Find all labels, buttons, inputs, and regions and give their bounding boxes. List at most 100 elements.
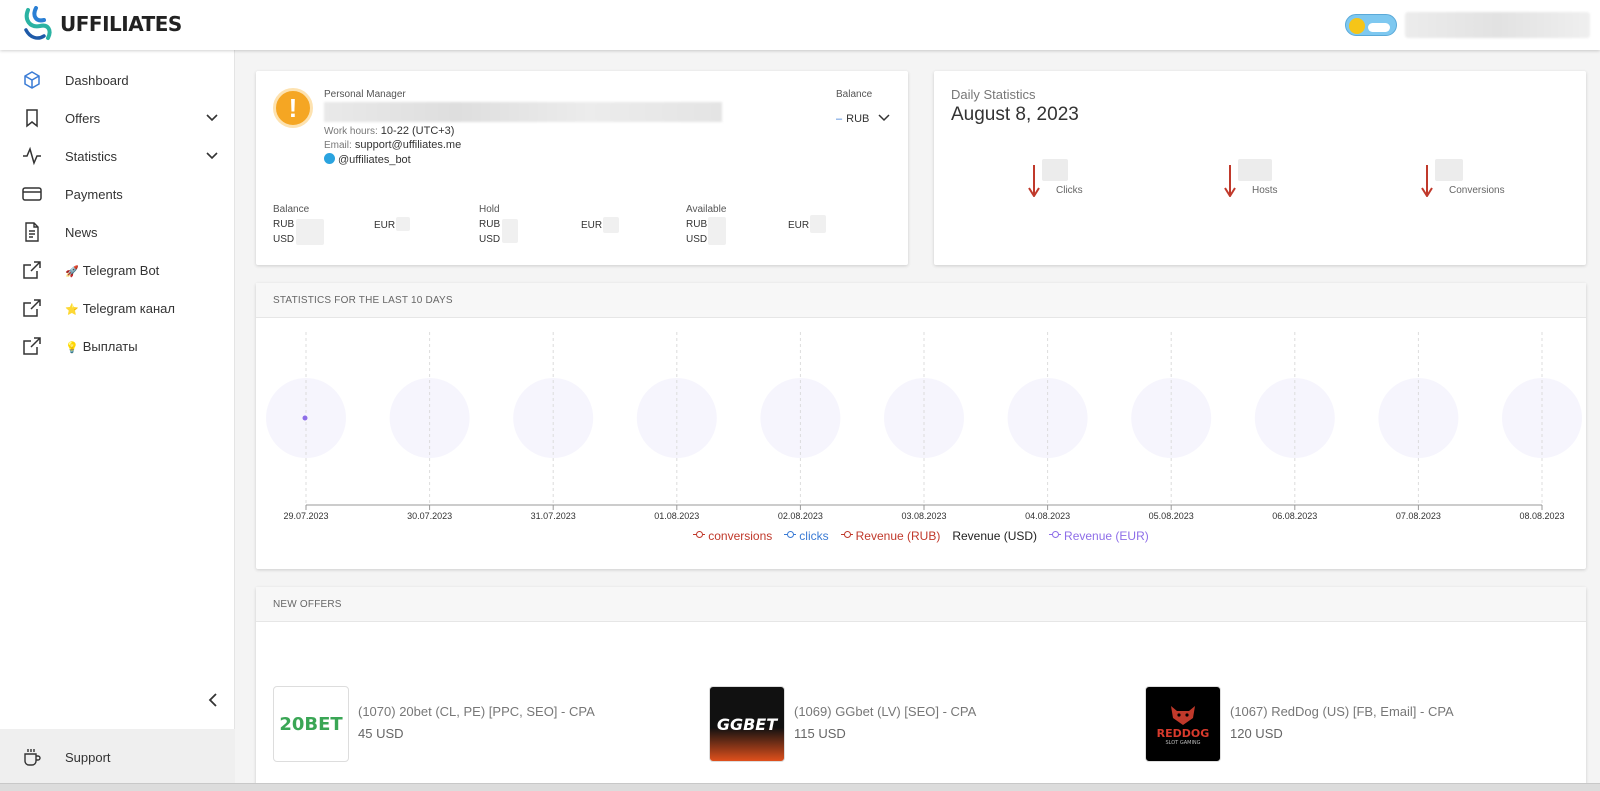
new-offers-title: NEW OFFERS bbox=[273, 599, 342, 610]
metric-label: Conversions bbox=[1449, 185, 1505, 196]
x-tick-label: 03.08.2023 bbox=[901, 511, 946, 521]
bookmark-icon bbox=[26, 109, 38, 128]
legend-item[interactable]: Revenue (EUR) bbox=[1049, 529, 1149, 543]
theme-toggle[interactable] bbox=[1345, 14, 1397, 36]
metric-hosts: Hosts bbox=[1224, 159, 1324, 199]
lightbulb-icon: 💡 bbox=[65, 341, 79, 354]
sidebar-item-dashboard[interactable]: Dashboard bbox=[0, 61, 235, 99]
x-tick-label: 04.08.2023 bbox=[1025, 511, 1070, 521]
sidebar-item-payments[interactable]: Payments bbox=[0, 175, 235, 213]
sidebar-item-news[interactable]: News bbox=[0, 213, 235, 251]
statistics-chart-card: STATISTICS FOR THE LAST 10 DAYS 29.07.20… bbox=[256, 283, 1586, 569]
section-header: STATISTICS FOR THE LAST 10 DAYS bbox=[256, 283, 1586, 318]
uffiliates-logo-icon bbox=[24, 6, 52, 40]
legend-label: Revenue (USD) bbox=[952, 529, 1038, 543]
email-link[interactable]: support@uffiliates.me bbox=[355, 139, 461, 151]
daily-statistics-title: Daily Statistics bbox=[951, 87, 1036, 102]
sidebar-item-label: 💡 Выплаты bbox=[65, 338, 138, 354]
sidebar-item-label: Statistics bbox=[65, 148, 118, 164]
sidebar-item-telegram-channel[interactable]: ⭐ Telegram канал bbox=[0, 289, 235, 327]
chevron-down-icon bbox=[206, 114, 218, 122]
offer-item-ggbet[interactable]: GGBET (1069) GGbet (LV) [SEO] - CPA 115 … bbox=[709, 686, 1129, 762]
os-taskbar bbox=[0, 783, 1600, 791]
external-link-icon bbox=[23, 299, 41, 317]
sidebar-item-label: 🚀 Telegram Bot bbox=[65, 262, 160, 278]
legend-marker-icon bbox=[1049, 531, 1062, 539]
x-tick-label: 01.08.2023 bbox=[654, 511, 699, 521]
available-value-redacted bbox=[708, 217, 726, 245]
document-icon bbox=[25, 222, 39, 242]
legend-label: conversions bbox=[708, 529, 773, 543]
available-eur-redacted bbox=[810, 215, 826, 233]
sidebar-item-telegram-bot[interactable]: 🚀 Telegram Bot bbox=[0, 251, 235, 289]
x-tick-label: 31.07.2023 bbox=[531, 511, 576, 521]
sidebar-item-offers[interactable]: Offers bbox=[0, 99, 235, 137]
offer-item-20bet[interactable]: 20BET (1070) 20bet (CL, PE) [PPC, SEO] -… bbox=[273, 686, 693, 762]
credit-card-icon bbox=[22, 187, 42, 201]
daily-statistics-card: Daily Statistics August 8, 2023 Clicks H… bbox=[934, 71, 1586, 265]
arrow-down-icon bbox=[1028, 165, 1040, 197]
hold-value-redacted bbox=[502, 219, 518, 243]
legend-item[interactable]: Revenue (RUB) bbox=[840, 529, 940, 543]
new-offers-card: NEW OFFERS 20BET (1070) 20bet (CL, PE) [… bbox=[256, 587, 1586, 791]
legend-item[interactable]: Revenue (USD) bbox=[952, 529, 1037, 543]
x-tick-label: 06.08.2023 bbox=[1272, 511, 1317, 521]
personal-manager-card: ! Personal Manager Work hours: 10-22 (UT… bbox=[256, 71, 908, 265]
support-button[interactable]: Support bbox=[0, 729, 235, 785]
user-menu[interactable] bbox=[1405, 12, 1590, 38]
available-eur: EUR bbox=[788, 220, 810, 231]
balance-group-hold: Hold RUB USD bbox=[479, 204, 501, 245]
legend-marker-icon bbox=[784, 531, 797, 539]
sidebar-item-label: Dashboard bbox=[65, 72, 129, 88]
balance-eur: EUR bbox=[374, 220, 396, 231]
x-tick-label: 08.08.2023 bbox=[1519, 511, 1564, 521]
external-link-icon bbox=[23, 337, 41, 355]
chart-legend: conversions clicks Revenue (RUB) Revenue (U… bbox=[256, 529, 1586, 543]
chevron-down-icon bbox=[206, 152, 218, 160]
data-point bbox=[302, 415, 308, 421]
legend-item[interactable]: clicks bbox=[784, 529, 829, 543]
sidebar-item-label: ⭐ Telegram канал bbox=[65, 300, 175, 316]
metric-clicks: Clicks bbox=[1028, 159, 1128, 199]
sidebar-item-payouts[interactable]: 💡 Выплаты bbox=[0, 327, 235, 365]
sidebar: Dashboard Offers Statistics Payments New… bbox=[0, 50, 235, 791]
metric-conversions: Conversions bbox=[1421, 159, 1521, 199]
20bet-logo: 20BET bbox=[273, 686, 349, 762]
statistics-line-chart[interactable]: 29.07.2023 30.07.2023 31.07.2023 01.08.2023… bbox=[256, 318, 1586, 528]
balance-header: Balance bbox=[836, 89, 873, 100]
reddog-logo: REDDOG SLOT GAMING bbox=[1145, 686, 1221, 762]
sidebar-item-label: Payments bbox=[65, 186, 123, 202]
arrow-down-icon bbox=[1421, 165, 1433, 197]
top-header: UFFILIATES bbox=[0, 0, 1600, 50]
currency-select[interactable]: – RUB bbox=[836, 113, 890, 125]
brand-logo[interactable]: UFFILIATES bbox=[22, 6, 182, 42]
exclamation-icon: ! bbox=[273, 88, 313, 128]
ggbet-logo: GGBET bbox=[709, 686, 785, 762]
offer-name: (1067) RedDog (US) [FB, Email] - CPA bbox=[1230, 704, 1454, 719]
offer-item-reddog[interactable]: REDDOG SLOT GAMING (1067) RedDog (US) [F… bbox=[1145, 686, 1565, 762]
sidebar-item-label: Offers bbox=[65, 110, 101, 126]
telegram-icon bbox=[324, 153, 335, 164]
sidebar-item-statistics[interactable]: Statistics bbox=[0, 137, 235, 175]
hold-eur-redacted bbox=[603, 217, 619, 233]
legend-marker-icon bbox=[693, 531, 706, 539]
arrow-down-icon bbox=[1224, 165, 1236, 197]
manager-telegram[interactable]: @uffiliates_bot bbox=[324, 153, 411, 166]
chevron-down-icon bbox=[878, 114, 890, 122]
legend-item[interactable]: conversions bbox=[693, 529, 772, 543]
legend-label: clicks bbox=[799, 529, 829, 543]
metric-label: Clicks bbox=[1056, 185, 1083, 196]
daily-statistics-date: August 8, 2023 bbox=[951, 104, 1079, 125]
metric-value-redacted bbox=[1042, 159, 1068, 181]
sidebar-item-label: News bbox=[65, 224, 98, 240]
personal-manager-title: Personal Manager bbox=[324, 89, 406, 100]
collapse-sidebar-chevron-left-icon[interactable] bbox=[205, 690, 221, 710]
section-header: NEW OFFERS bbox=[256, 587, 1586, 622]
x-tick-label: 07.08.2023 bbox=[1396, 511, 1441, 521]
coffee-cup-icon bbox=[24, 749, 41, 766]
offer-price: 45 USD bbox=[358, 726, 404, 741]
dog-head-icon bbox=[1171, 705, 1195, 725]
logo-text: UFFILIATES bbox=[60, 12, 182, 36]
statistics-section-title: STATISTICS FOR THE LAST 10 DAYS bbox=[273, 295, 453, 306]
sun-icon bbox=[1349, 18, 1365, 34]
